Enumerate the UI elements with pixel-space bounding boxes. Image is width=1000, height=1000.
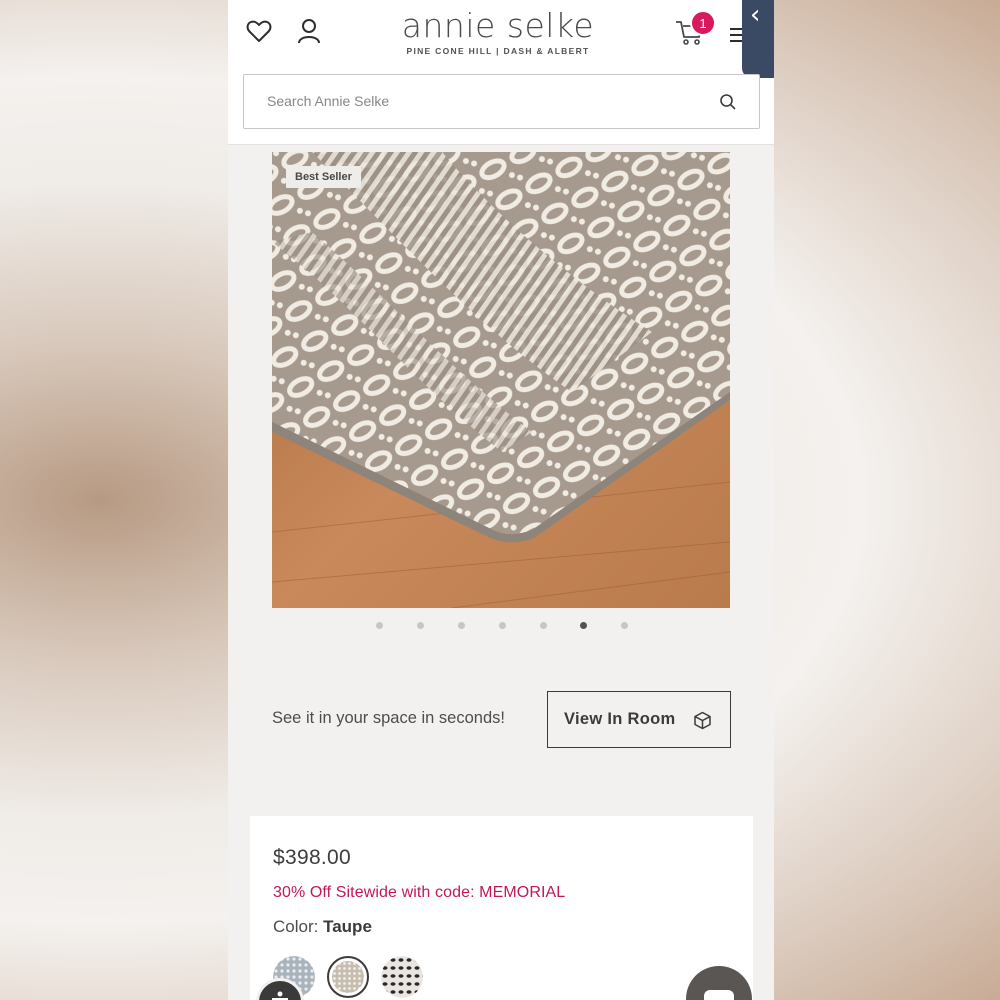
cube-icon bbox=[693, 711, 712, 730]
top-bar: annie selke PINE CONE HILL | DASH & ALBE… bbox=[228, 0, 774, 145]
promo-text: 30% Off Sitewide with code: MEMORIAL bbox=[273, 884, 566, 901]
swatch-taupe[interactable] bbox=[327, 956, 369, 998]
view-in-room-label: View In Room bbox=[564, 710, 676, 728]
phone-screen: annie selke PINE CONE HILL | DASH & ALBE… bbox=[228, 0, 774, 1000]
chat-icon[interactable] bbox=[686, 966, 752, 1000]
color-selection-label: Color: Taupe bbox=[273, 917, 372, 937]
product-info-card: $398.00 30% Off Sitewide with code: MEMO… bbox=[250, 816, 753, 1000]
user-icon[interactable] bbox=[294, 16, 324, 46]
carousel-dot[interactable] bbox=[417, 622, 424, 629]
search-placeholder: Search Annie Selke bbox=[267, 93, 390, 109]
cart-count-badge: 1 bbox=[690, 10, 716, 36]
view-in-room-button[interactable]: View In Room bbox=[547, 691, 731, 748]
logo-subbrands: PINE CONE HILL | DASH & ALBERT bbox=[406, 46, 590, 56]
chevron-left-icon: ‹ bbox=[750, 0, 761, 30]
logo-wordmark: annie selke bbox=[401, 6, 595, 45]
search-input[interactable]: Search Annie Selke bbox=[243, 74, 760, 129]
carousel-dot-active[interactable] bbox=[580, 622, 587, 629]
brand-logo[interactable]: annie selke PINE CONE HILL | DASH & ALBE… bbox=[398, 6, 598, 56]
carousel-dot[interactable] bbox=[621, 622, 628, 629]
ar-prompt-text: See it in your space in seconds! bbox=[272, 709, 505, 727]
product-image[interactable] bbox=[272, 152, 730, 608]
heart-icon[interactable] bbox=[244, 16, 274, 46]
carousel-dot[interactable] bbox=[540, 622, 547, 629]
color-value: Taupe bbox=[323, 917, 372, 936]
swatch-black-white[interactable] bbox=[381, 956, 423, 998]
search-icon[interactable] bbox=[719, 93, 737, 111]
side-drawer-tab[interactable]: ‹ bbox=[742, 0, 774, 78]
best-seller-badge: Best Seller bbox=[286, 166, 361, 188]
carousel-dot[interactable] bbox=[499, 622, 506, 629]
carousel-dot[interactable] bbox=[376, 622, 383, 629]
product-price: $398.00 bbox=[273, 846, 352, 869]
carousel-dot[interactable] bbox=[458, 622, 465, 629]
carousel-dots bbox=[228, 622, 774, 634]
color-label: Color: bbox=[273, 917, 319, 936]
accessibility-icon[interactable] bbox=[256, 978, 304, 1000]
